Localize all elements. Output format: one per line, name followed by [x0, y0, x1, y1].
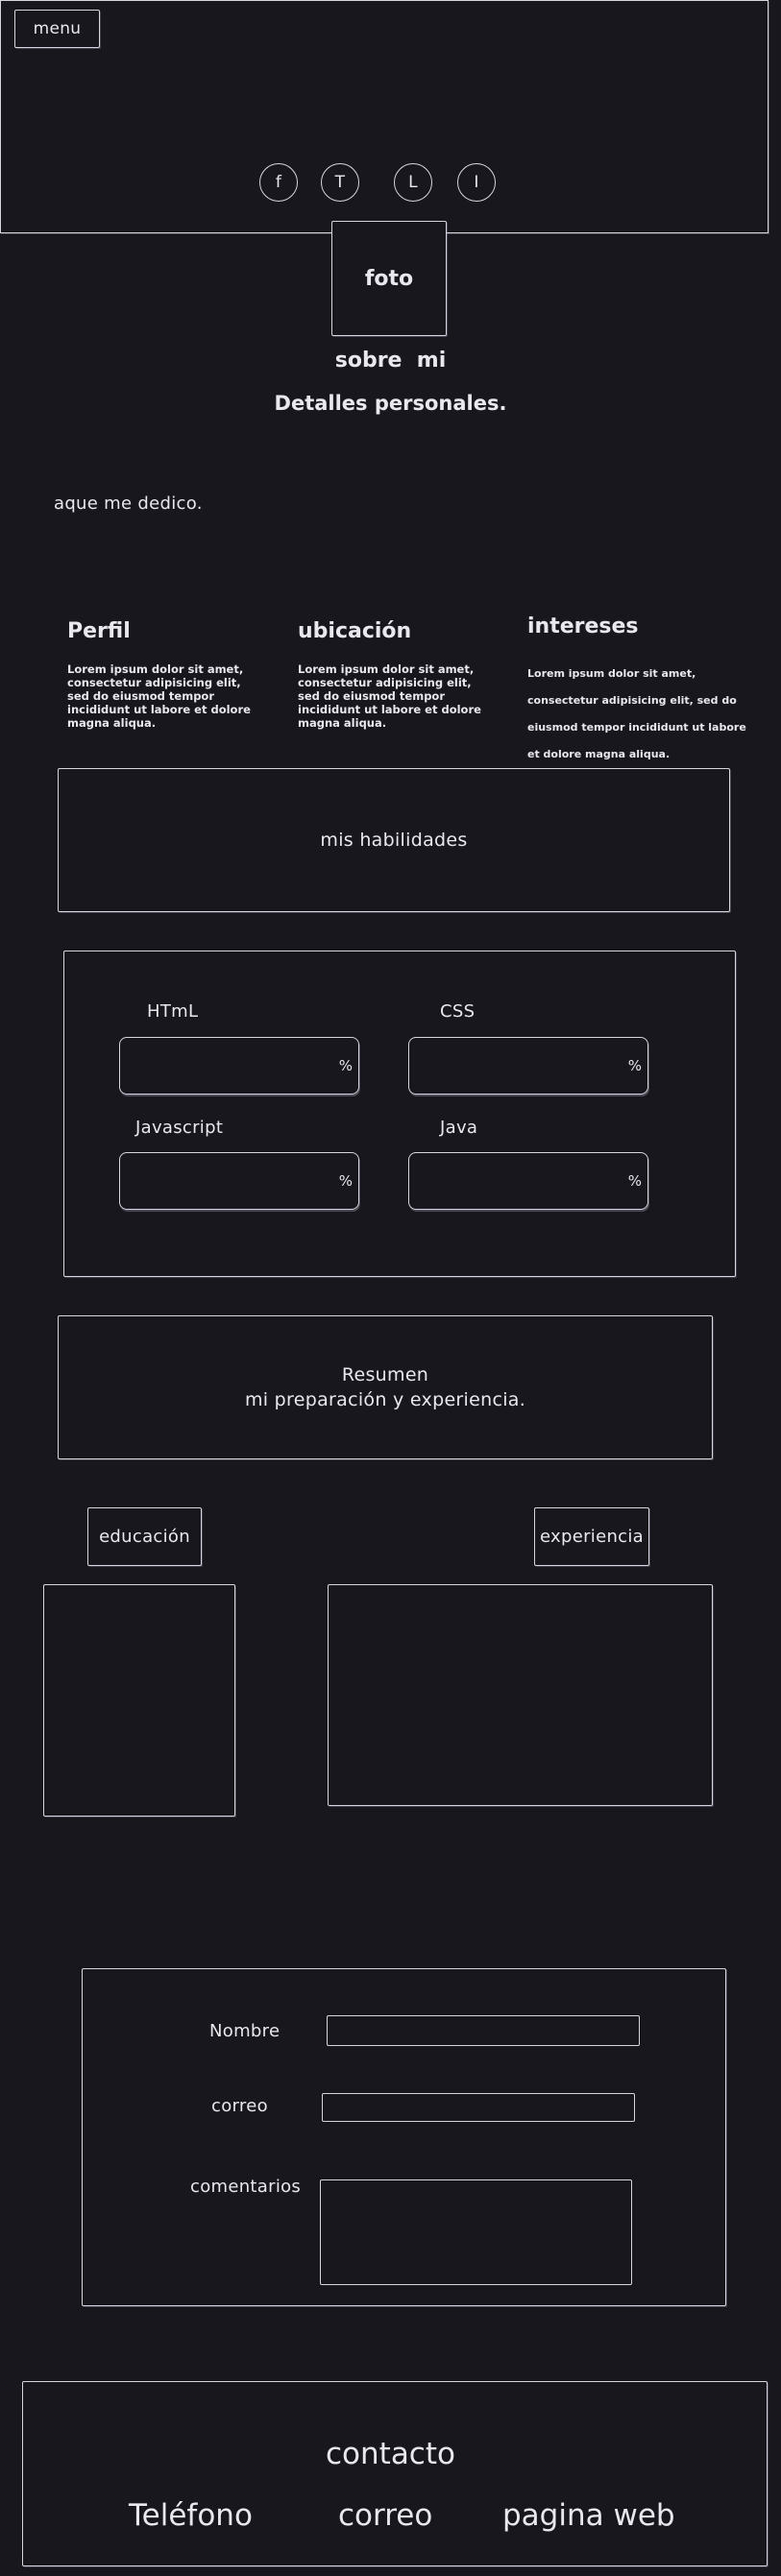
linkedin-icon[interactable]: L [394, 163, 432, 202]
interests-column-title: intereses [527, 614, 639, 638]
contact-phone[interactable]: Teléfono [129, 2498, 253, 2533]
profile-photo: foto [331, 221, 447, 336]
twitter-icon[interactable]: T [321, 163, 359, 202]
experience-tab[interactable]: experiencia [534, 1507, 649, 1566]
skill-bar-java[interactable]: % [408, 1152, 648, 1210]
profile-column-title: Perfil [67, 619, 131, 643]
skill-label-css: CSS [440, 1001, 476, 1022]
skill-percent-java: % [627, 1172, 642, 1190]
interests-column-text: Lorem ipsum dolor sit amet, consectetur … [527, 667, 746, 760]
email-field[interactable] [322, 2093, 635, 2122]
resume-subtitle: mi preparación y experiencia. [244, 1389, 526, 1410]
name-label: Nombre [209, 2021, 281, 2041]
comments-label: comentarios [190, 2177, 302, 2197]
resume-banner: Resumen mi preparación y experiencia. [58, 1315, 713, 1459]
contact-website[interactable]: pagina web [502, 2498, 675, 2533]
education-panel [43, 1584, 235, 1817]
occupation-text: aque me dedico. [54, 494, 203, 514]
instagram-icon[interactable]: I [457, 163, 496, 202]
contact-email[interactable]: correo [338, 2498, 432, 2533]
comments-field[interactable] [320, 2179, 632, 2285]
skill-percent-html: % [338, 1057, 353, 1074]
location-column-title: ubicación [298, 619, 412, 643]
facebook-icon[interactable]: f [259, 163, 298, 202]
skill-label-java: Java [440, 1118, 478, 1138]
contact-title: contacto [326, 2437, 455, 2471]
skill-label-html: HTmL [147, 1001, 199, 1022]
skill-percent-css: % [627, 1057, 642, 1074]
skills-banner: mis habilidades [58, 768, 730, 912]
education-tab[interactable]: educación [87, 1507, 202, 1566]
location-column-text: Lorem ipsum dolor sit amet, consectetur … [298, 662, 481, 730]
skill-bar-javascript[interactable]: % [119, 1152, 359, 1210]
experience-panel [328, 1584, 713, 1806]
about-title: sobre mi [334, 349, 447, 373]
skill-percent-javascript: % [338, 1172, 353, 1190]
header-banner [0, 0, 769, 233]
skill-bar-html[interactable]: % [119, 1037, 359, 1095]
email-label: correo [211, 2096, 268, 2116]
skills-panel [63, 951, 736, 1277]
menu-button[interactable]: menu [14, 10, 100, 48]
profile-column-text: Lorem ipsum dolor sit amet, consectetur … [67, 662, 251, 730]
name-field[interactable] [327, 2015, 640, 2046]
contact-panel [22, 2381, 768, 2566]
personal-details-title: Detalles personales. [274, 392, 507, 415]
resume-title: Resumen [341, 1364, 429, 1385]
skill-label-javascript: Javascript [135, 1118, 224, 1138]
skill-bar-css[interactable]: % [408, 1037, 648, 1095]
